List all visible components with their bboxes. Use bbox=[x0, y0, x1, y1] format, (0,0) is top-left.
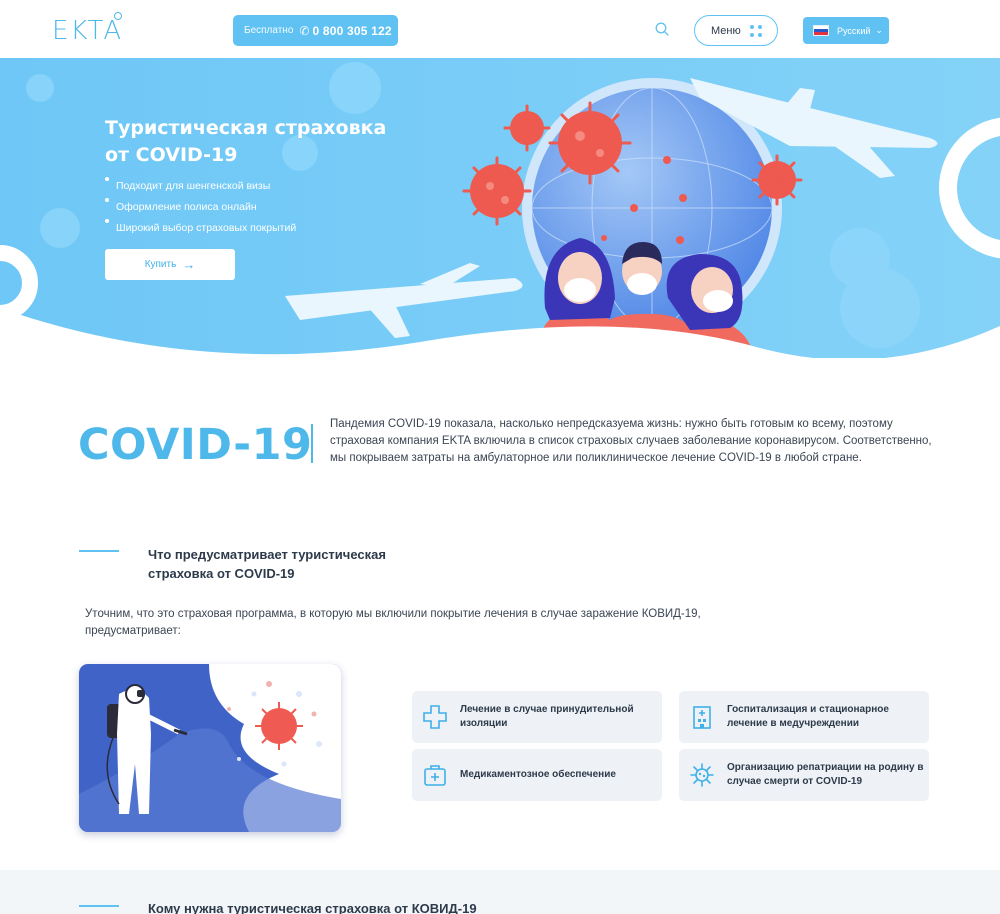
coverage-card-repatriation: Организацию репатриации на родину в случ… bbox=[679, 749, 929, 801]
phone-icon: ✆ bbox=[299, 23, 310, 38]
medical-cross-icon bbox=[423, 705, 447, 729]
section-accent-line bbox=[79, 905, 119, 907]
coverage-intro-text: Уточним, что это страховая программа, в … bbox=[85, 608, 701, 637]
ekta-logo[interactable]: EKTA bbox=[52, 16, 123, 46]
intro-paragraph: Пандемия COVID-19 показала, насколько не… bbox=[330, 418, 932, 464]
hero-benefit-item: Широкий выбор страховых покрытий bbox=[105, 219, 296, 243]
hero-benefit-item: Оформление полиса онлайн bbox=[105, 198, 296, 222]
menu-label: Меню bbox=[711, 24, 741, 37]
language-selector[interactable]: Русский ⌄ bbox=[803, 17, 889, 44]
buy-button-label: Купить bbox=[144, 259, 177, 270]
site-header: EKTA Бесплатно ✆ 0 800 305 122 Меню Русс… bbox=[0, 0, 1000, 58]
who-needs-title: Кому нужна туристическая страховка от КО… bbox=[148, 901, 477, 914]
free-call-label: Бесплатно bbox=[244, 25, 294, 36]
coverage-card-label: Госпитализация и стационарное лечение в … bbox=[727, 703, 889, 730]
virus-icon bbox=[690, 763, 714, 787]
free-call-button[interactable]: Бесплатно ✆ 0 800 305 122 bbox=[233, 15, 398, 46]
section-accent-line bbox=[79, 550, 119, 552]
logo-dot-mark bbox=[114, 12, 122, 20]
hero-benefits-list: Подходит для шенгенской визы Оформление … bbox=[105, 177, 296, 243]
hero-title: Туристическая страховка от COVID-19 bbox=[105, 117, 387, 166]
russian-flag-icon bbox=[813, 25, 829, 36]
buy-button[interactable]: Купить → bbox=[105, 249, 235, 280]
hospital-building-icon bbox=[693, 706, 711, 729]
hero-banner: Туристическая страховка от COVID-19 Подх… bbox=[0, 58, 1000, 358]
heading-divider bbox=[311, 424, 313, 463]
menu-button[interactable]: Меню bbox=[694, 15, 778, 46]
coverage-card-hospitalization: Госпитализация и стационарное лечение в … bbox=[679, 691, 929, 743]
menu-dots-icon bbox=[750, 25, 762, 37]
coverage-section-title: Что предусматривает туристическая страхо… bbox=[148, 547, 386, 581]
disinfection-illustration bbox=[79, 664, 341, 832]
phone-number: 0 800 305 122 bbox=[312, 23, 392, 38]
medicine-case-icon bbox=[424, 765, 446, 786]
coverage-card-medication: Медикаментозное обеспечение bbox=[412, 749, 662, 801]
coverage-card-label: Медикаментозное обеспечение bbox=[460, 768, 616, 780]
coverage-card-label: Организацию репатриации на родину в случ… bbox=[727, 761, 924, 788]
arrow-right-icon: → bbox=[182, 257, 196, 272]
chevron-down-icon: ⌄ bbox=[875, 25, 883, 35]
covid-heading: COVID-19 bbox=[78, 420, 313, 470]
coverage-card-label: Лечение в случае принудительной изоляции bbox=[460, 703, 634, 730]
coverage-card-isolation: Лечение в случае принудительной изоляции bbox=[412, 691, 662, 743]
search-icon[interactable] bbox=[655, 22, 669, 36]
hero-benefit-item: Подходит для шенгенской визы bbox=[105, 177, 296, 201]
language-label: Русский bbox=[837, 25, 871, 36]
